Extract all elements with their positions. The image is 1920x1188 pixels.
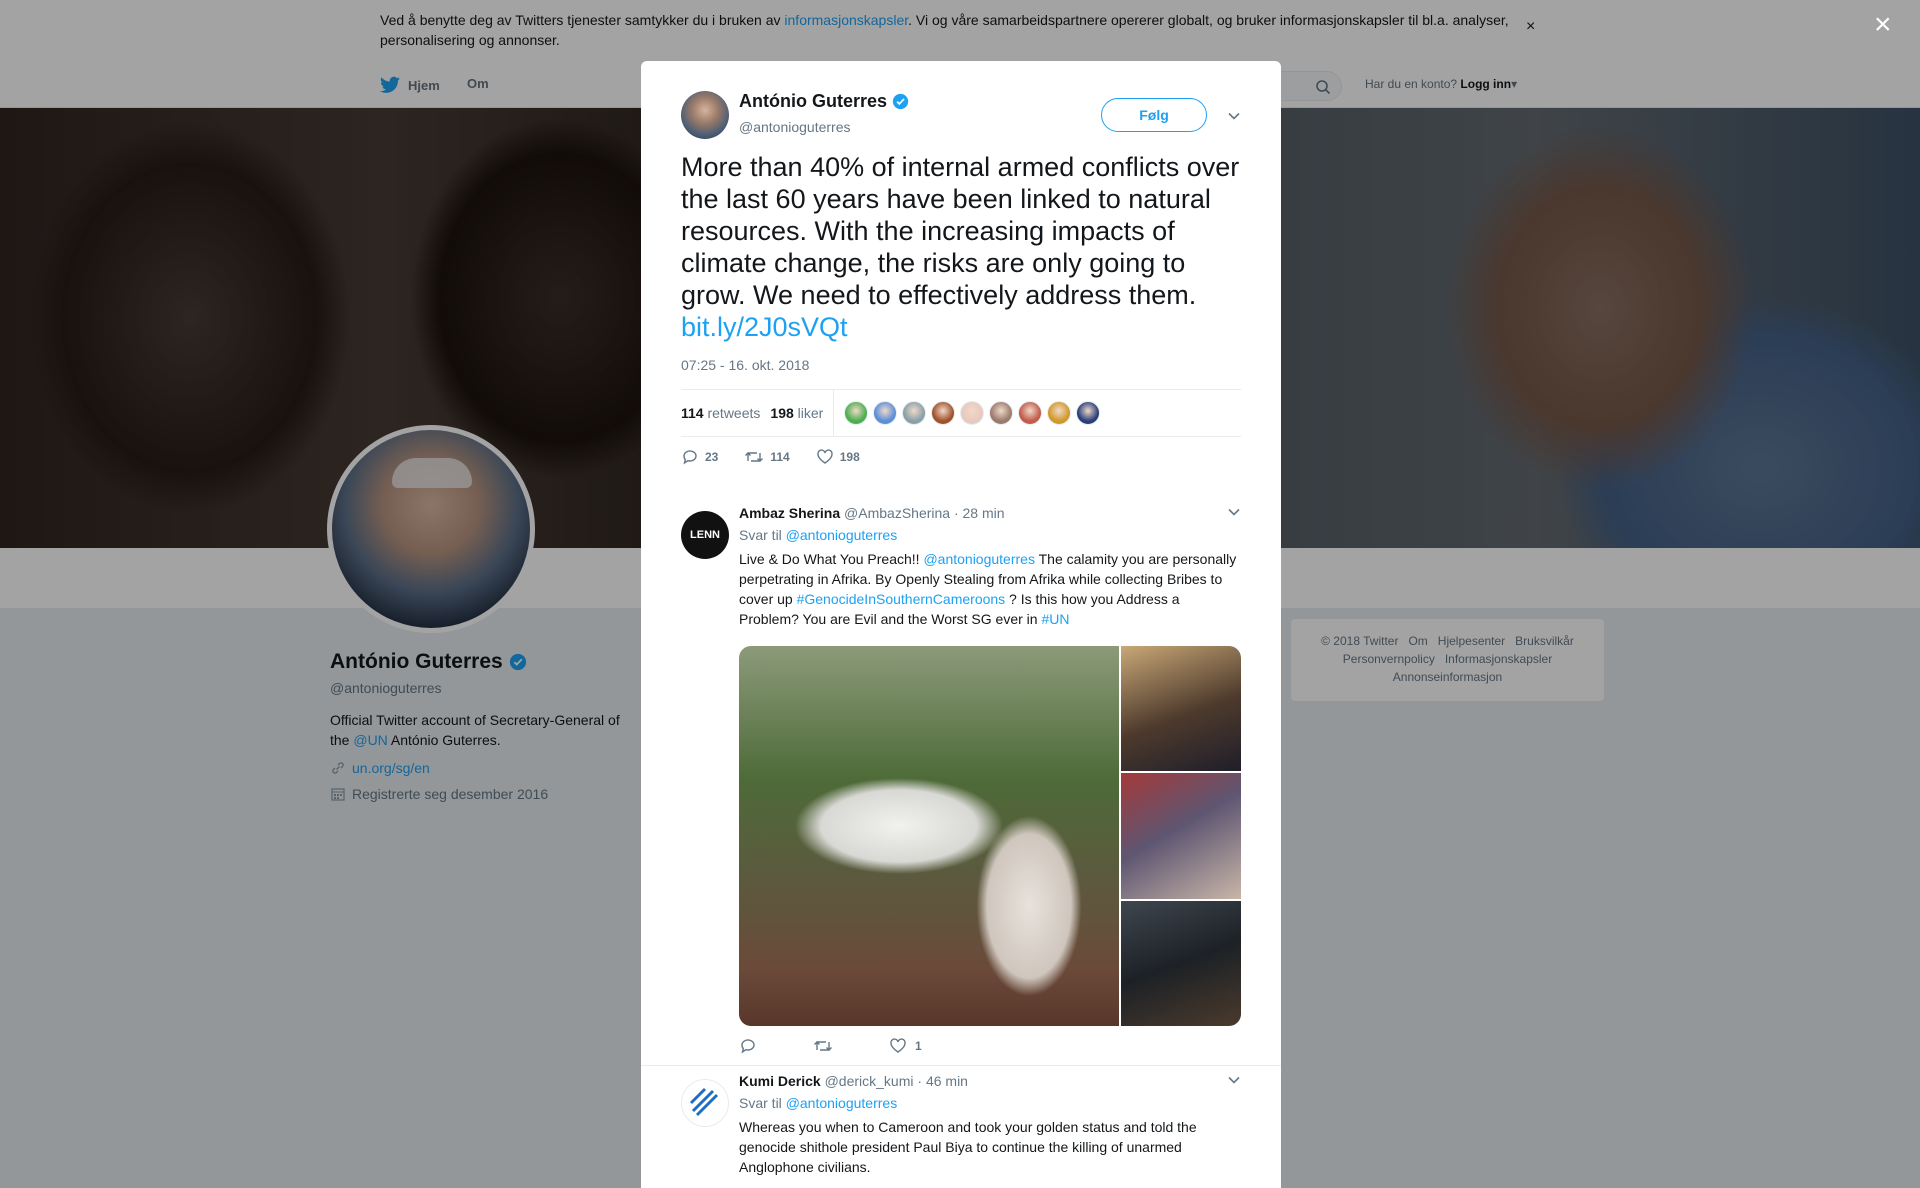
chevron-down-icon[interactable] <box>1227 1075 1241 1085</box>
reply-avatar[interactable]: LENN <box>681 511 729 559</box>
author-handle[interactable]: @antonioguterres <box>739 119 851 135</box>
chevron-down-icon[interactable] <box>1227 111 1241 121</box>
reply-action[interactable]: 23 <box>681 449 718 465</box>
liker-avatar[interactable] <box>931 401 956 425</box>
reply-hashtag-link[interactable]: #GenocideInSouthernCameroons <box>797 591 1006 607</box>
retweet-icon <box>745 452 764 462</box>
liker-avatar[interactable] <box>1076 401 1101 425</box>
like-stat[interactable]: 198 liker <box>770 405 823 421</box>
reply-time[interactable]: · 46 min <box>917 1073 968 1089</box>
tweet-actions: 23 114 198 <box>681 449 860 465</box>
follow-button[interactable]: Følg <box>1101 98 1207 132</box>
retweet-action[interactable]: 114 <box>744 449 790 465</box>
reply-author-name[interactable]: Kumi Derick <box>739 1073 821 1089</box>
reply-text: Whereas you when to Cameroon and took yo… <box>739 1119 1197 1175</box>
reply-avatar[interactable] <box>681 1079 729 1127</box>
like-count: 1 <box>915 1039 922 1053</box>
tweet-timestamp[interactable]: 07:25 - 16. okt. 2018 <box>681 357 809 373</box>
reply-author-handle[interactable]: @derick_kumi <box>825 1073 914 1089</box>
reply-to-line: Svar til @antonioguterres <box>739 527 1241 543</box>
liker-avatar[interactable] <box>902 401 927 425</box>
like-label: liker <box>797 405 824 421</box>
reply-media-grid <box>739 646 1241 1026</box>
reply-author-name[interactable]: Ambaz Sherina <box>739 505 840 521</box>
reply-avatar-logo: LENN <box>690 529 720 541</box>
author-name-row: António Guterres <box>739 91 909 112</box>
logo-icon <box>689 1087 719 1117</box>
like-action[interactable]: 198 <box>816 449 860 465</box>
retweet-action-count: 114 <box>770 450 790 464</box>
tweet-text: More than 40% of internal armed conflict… <box>681 151 1251 343</box>
reply-time[interactable]: · 28 min <box>954 505 1005 521</box>
tweet-link[interactable]: bit.ly/2J0sVQt <box>681 312 848 342</box>
reply-to-line: Svar til @antonioguterres <box>739 1095 1241 1111</box>
reply-to-label: Svar til <box>739 1095 782 1111</box>
like-action-count: 198 <box>839 450 860 464</box>
reply-mention-link[interactable]: @antonioguterres <box>923 551 1035 567</box>
media-photo-column <box>1121 646 1241 1026</box>
retweet-icon <box>814 1041 832 1051</box>
author-avatar[interactable] <box>681 91 729 139</box>
reply-actions: 1 <box>739 1038 922 1054</box>
reply-to-link[interactable]: @antonioguterres <box>786 527 898 543</box>
reply-body: Kumi Derick @derick_kumi · 46 min Svar t… <box>739 1073 1241 1177</box>
reply-header: Ambaz Sherina @AmbazSherina · 28 min <box>739 505 1241 521</box>
liker-avatar[interactable] <box>1047 401 1072 425</box>
liker-avatar[interactable] <box>844 401 869 425</box>
reply-icon <box>683 450 697 465</box>
retweet-count: 114 <box>681 405 704 421</box>
heart-icon <box>817 449 833 464</box>
liker-avatars <box>844 401 1101 425</box>
reply-author-handle[interactable]: @AmbazSherina <box>844 505 950 521</box>
modal-close-icon[interactable]: × <box>1874 10 1892 40</box>
media-photo[interactable] <box>1121 900 1241 1026</box>
media-photo[interactable] <box>1121 646 1241 772</box>
retweet-label: retweets <box>707 405 761 421</box>
tweet-modal: António Guterres @antonioguterres Følg M… <box>641 61 1281 1188</box>
like-action[interactable]: 1 <box>889 1038 922 1054</box>
tweet-stats: 114 retweets 198 liker <box>681 389 1241 437</box>
reply-count: 23 <box>705 450 719 464</box>
reply-text: Live & Do What You Preach!! @antoniogute… <box>739 549 1241 629</box>
reply-text-part: Live & Do What You Preach!! <box>739 551 924 567</box>
reply-body: Ambaz Sherina @AmbazSherina · 28 min Sva… <box>739 505 1241 629</box>
liker-avatar[interactable] <box>989 401 1014 425</box>
heart-icon <box>890 1038 906 1053</box>
reply-hashtag-link[interactable]: #UN <box>1041 611 1069 627</box>
liker-avatar[interactable] <box>1018 401 1043 425</box>
tweet-body: More than 40% of internal armed conflict… <box>681 152 1240 310</box>
author-name[interactable]: António Guterres <box>739 91 887 112</box>
reply-header: Kumi Derick @derick_kumi · 46 min <box>739 1073 1241 1089</box>
media-photo[interactable] <box>1121 773 1241 899</box>
reply-to-label: Svar til <box>739 527 782 543</box>
verified-icon <box>892 93 909 110</box>
reply-to-link[interactable]: @antonioguterres <box>786 1095 898 1111</box>
reply-action[interactable] <box>739 1038 757 1054</box>
liker-avatar[interactable] <box>960 401 985 425</box>
retweet-action[interactable] <box>813 1038 833 1054</box>
retweet-stat[interactable]: 114 retweets <box>681 405 760 421</box>
chevron-down-icon[interactable] <box>1227 507 1241 517</box>
liker-avatar[interactable] <box>873 401 898 425</box>
reply-icon <box>741 1039 755 1054</box>
media-photo-main[interactable] <box>739 646 1119 1026</box>
like-count: 198 <box>770 405 794 421</box>
reply-divider <box>641 1065 1281 1066</box>
